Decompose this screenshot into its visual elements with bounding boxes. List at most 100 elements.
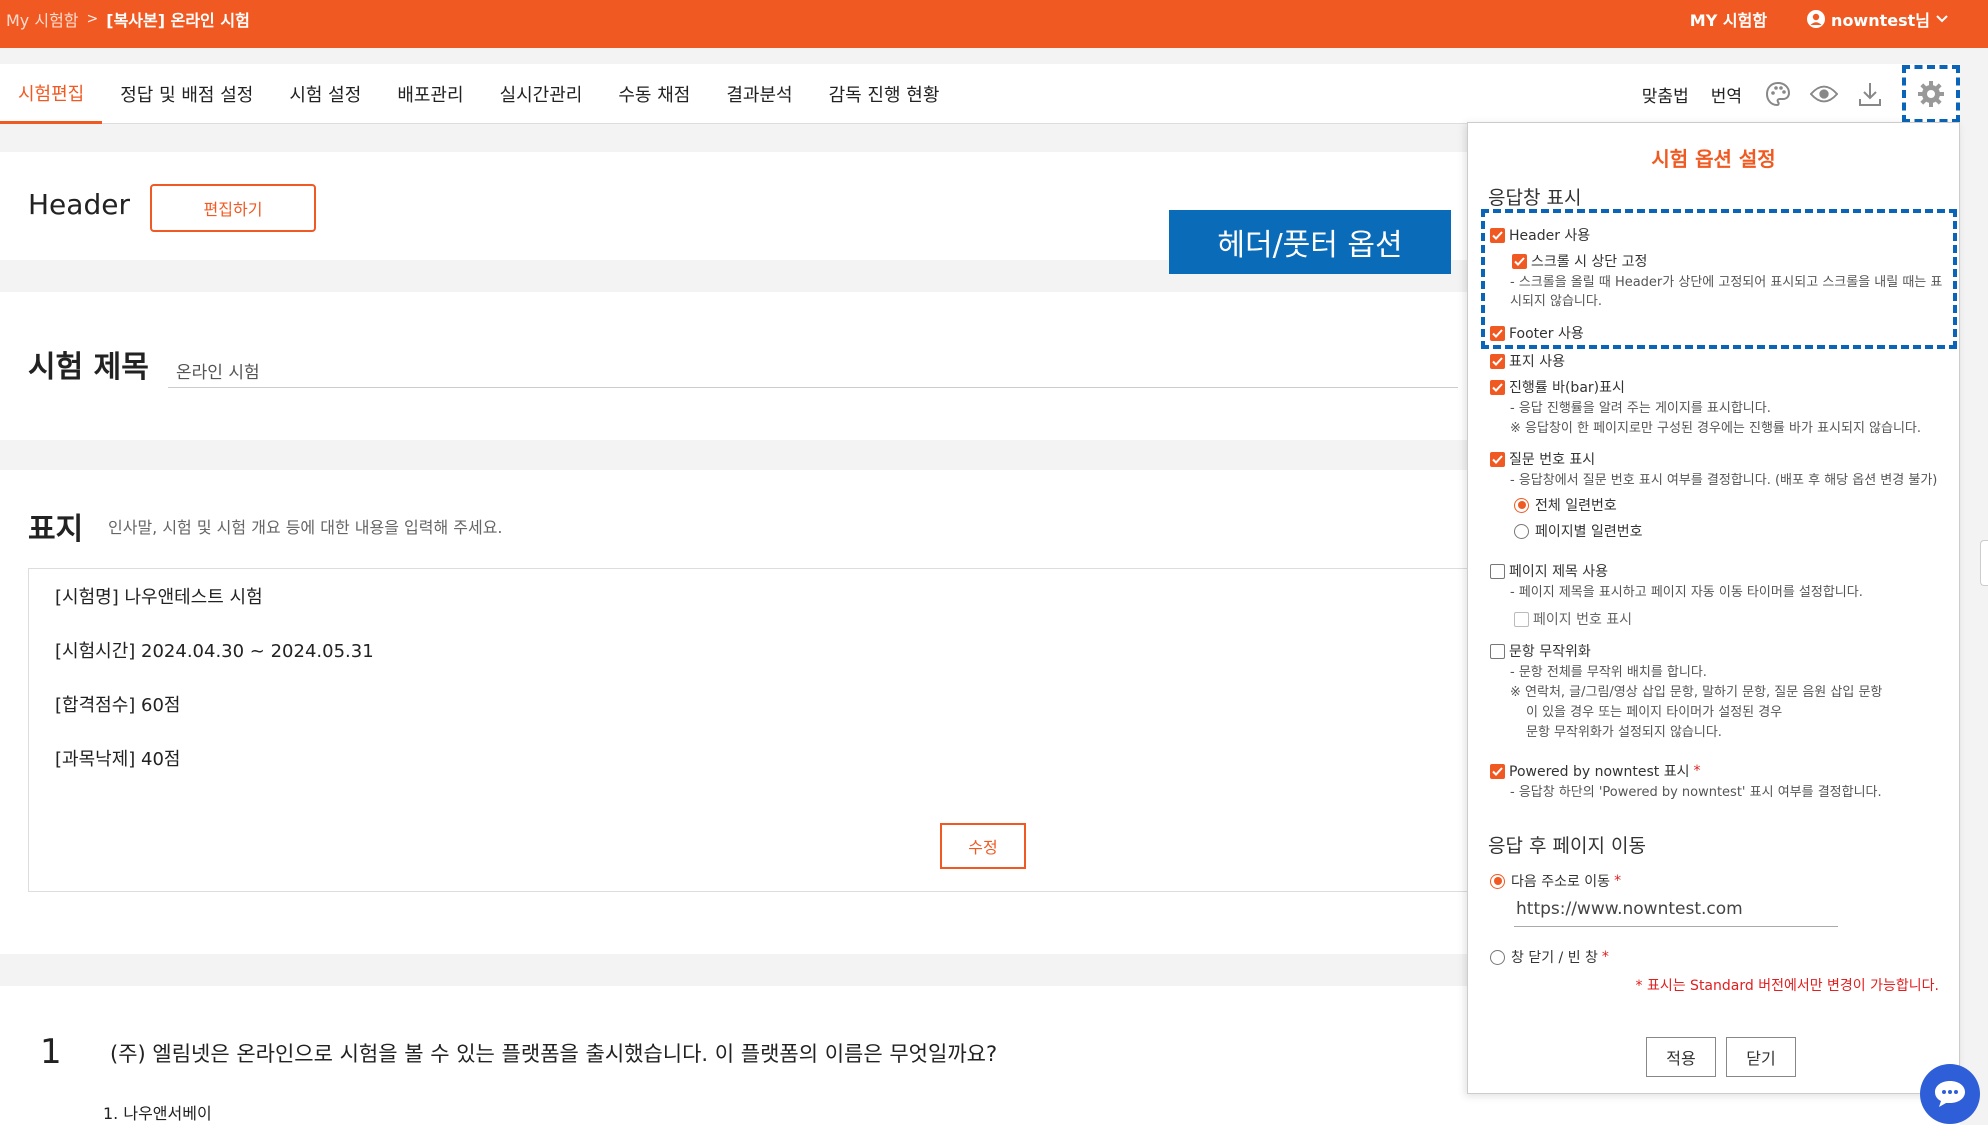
exam-options-panel: 시험 옵션 설정 응답창 표시 Header 사용 스크롤 시 상단 고정 - … [1467,122,1960,1094]
close-window-option[interactable]: 창 닫기 / 빈 창 * [1490,947,1609,967]
required-mark: * [1601,949,1609,965]
randomize-description-4: 문항 무작위화가 설정되지 않습니다. [1526,725,1722,740]
page-title-option[interactable]: 페이지 제목 사용 [1490,561,1608,581]
question-number-checkbox[interactable] [1490,451,1505,467]
progress-bar-checkbox[interactable] [1490,379,1505,395]
exam-title-input[interactable]: 온라인 시험 [168,352,1458,388]
cover-content-box[interactable]: [시험명] 나우앤테스트 시험 [시험시간] 2024.04.30 ~ 2024… [28,568,1468,892]
tab-manual-grading[interactable]: 수동 채점 [600,64,708,124]
progress-bar-label: 진행률 바(bar)표시 [1509,380,1625,396]
powered-by-label: Powered by nowntest 표시 [1509,764,1690,780]
top-right-nav: MY 시험함 nowntest님 [1690,0,1948,38]
goto-url-label: 다음 주소로 이동 [1511,874,1611,890]
cover-line-pass-score: [합격점수] 60점 [55,695,181,716]
after-response-section-title: 응답 후 페이지 이동 [1488,835,1646,857]
page-number-checkbox[interactable] [1514,611,1529,627]
randomize-description-1: - 문항 전체를 무작위 배치를 합니다. [1510,665,1707,680]
progress-description-2: ※ 응답창이 한 페이지로만 구성된 경우에는 진행률 바가 표시되지 않습니다… [1510,421,1922,436]
qnum-all-label: 전체 일련번호 [1535,498,1617,514]
palette-icon[interactable] [1764,80,1792,108]
required-mark: * [1614,873,1622,889]
tab-proctor-status[interactable]: 감독 진행 현황 [811,64,958,124]
randomize-checkbox[interactable] [1490,643,1505,659]
eye-icon[interactable] [1810,80,1838,108]
cover-line-fail-score: [과목낙제] 40점 [55,749,181,770]
standard-version-notice: * 표시는 Standard 버전에서만 변경이 가능합니다. [1635,978,1939,994]
tab-analysis[interactable]: 결과분석 [708,64,810,124]
progress-description-1: - 응답 진행률을 알려 주는 게이지를 표시합니다. [1510,401,1771,416]
qnum-page-option[interactable]: 페이지별 일련번호 [1514,521,1643,541]
panel-title: 시험 옵션 설정 [1651,147,1776,171]
tabs-bar: 시험편집 정답 및 배점 설정 시험 설정 배포관리 실시간관리 수동 채점 결… [0,64,1960,124]
randomize-option[interactable]: 문항 무작위화 [1490,641,1591,661]
chat-button[interactable] [1920,1064,1980,1124]
tab-distribution[interactable]: 배포관리 [379,64,481,124]
tab-realtime[interactable]: 실시간관리 [482,64,601,124]
header-footer-callout: 헤더/풋터 옵션 [1169,210,1451,274]
close-window-radio[interactable] [1490,949,1505,965]
translate-button[interactable]: 번역 [1711,82,1742,107]
user-icon [1807,10,1826,28]
qnum-page-radio[interactable] [1514,523,1529,539]
powered-by-option[interactable]: Powered by nowntest 표시 * [1490,761,1700,781]
progress-bar-option[interactable]: 진행률 바(bar)표시 [1490,377,1625,397]
close-window-label: 창 닫기 / 빈 창 [1511,950,1598,966]
breadcrumb-current: [복사본] 온라인 시험 [106,11,250,30]
cover-help-text: 인사말, 시험 및 시험 개요 등에 대한 내용을 입력해 주세요. [108,518,503,537]
page-title-label: 페이지 제목 사용 [1509,564,1609,580]
redirect-url-input[interactable]: https://www.nowntest.com [1514,895,1838,927]
user-menu[interactable]: nowntest님 [1807,7,1948,31]
cover-label: 표지 [28,512,84,547]
close-button[interactable]: 닫기 [1726,1037,1796,1077]
cover-line-exam-time: [시험시간] 2024.04.30 ~ 2024.05.31 [55,641,374,662]
main-tabs: 시험편집 정답 및 배점 설정 시험 설정 배포관리 실시간관리 수동 채점 결… [0,64,957,124]
goto-url-option[interactable]: 다음 주소로 이동 * [1490,871,1621,891]
header-footer-highlight-box [1481,209,1957,349]
tab-exam-settings[interactable]: 시험 설정 [271,64,379,124]
cover-use-label: 표지 사용 [1509,354,1565,370]
goto-url-radio[interactable] [1490,873,1505,889]
breadcrumb-root[interactable]: My 시험함 [6,7,79,31]
question-number-option[interactable]: 질문 번호 표시 [1490,449,1595,469]
display-section-title: 응답창 표시 [1488,187,1582,209]
question-number-label: 질문 번호 표시 [1509,452,1596,468]
toolbar: 맞춤법 번역 [1642,64,1960,124]
powered-by-description: - 응답창 하단의 'Powered by nowntest' 표시 여부를 결… [1510,785,1882,800]
apply-button[interactable]: 적용 [1646,1037,1716,1077]
spellcheck-button[interactable]: 맞춤법 [1642,82,1689,107]
tab-exam-edit[interactable]: 시험편집 [0,64,103,124]
cover-use-option[interactable]: 표지 사용 [1490,351,1565,371]
required-mark: * [1693,763,1701,779]
qnum-all-radio[interactable] [1514,497,1529,513]
breadcrumb: My 시험함 > [복사본] 온라인 시험 [6,0,250,38]
top-bar: My 시험함 > [복사본] 온라인 시험 MY 시험함 nowntest님 [0,0,1988,48]
user-name: nowntest님 [1831,11,1930,30]
question-option[interactable]: 1. 나우앤서베이 [103,1100,212,1124]
header-label: Header [28,188,130,221]
question-number: 1 [40,1032,62,1072]
cover-line-exam-name: [시험명] 나우앤테스트 시험 [55,587,263,608]
cover-use-checkbox[interactable] [1490,353,1505,369]
qnum-all-option[interactable]: 전체 일련번호 [1514,495,1617,515]
my-exam-box-link[interactable]: MY 시험함 [1690,7,1767,31]
randomize-description-2: ※ 연락처, 글/그림/영상 삽입 문항, 말하기 문항, 질문 음원 삽입 문… [1510,685,1883,700]
qnum-page-label: 페이지별 일련번호 [1535,524,1643,540]
page-title-description: - 페이지 제목을 표시하고 페이지 자동 이동 타이머를 설정합니다. [1510,585,1863,600]
page-number-option[interactable]: 페이지 번호 표시 [1514,609,1632,629]
page-title-checkbox[interactable] [1490,563,1505,579]
powered-by-checkbox[interactable] [1490,763,1505,779]
download-icon[interactable] [1856,80,1884,108]
scroll-handle[interactable] [1980,540,1988,586]
gear-icon[interactable] [1917,80,1945,108]
page-number-label: 페이지 번호 표시 [1533,612,1633,628]
tab-answer-score[interactable]: 정답 및 배점 설정 [102,64,271,124]
edit-header-button[interactable]: 편집하기 [150,184,316,232]
question-number-description: - 응답창에서 질문 번호 표시 여부를 결정합니다. (배포 후 해당 옵션 … [1510,473,1938,488]
randomize-label: 문항 무작위화 [1509,644,1591,660]
chevron-down-icon [1936,15,1948,23]
exam-title-label: 시험 제목 [28,350,149,385]
settings-highlight-box [1902,65,1960,123]
modify-cover-button[interactable]: 수정 [940,823,1026,869]
question-text[interactable]: (주) 엘림넷은 온라인으로 시험을 볼 수 있는 플랫폼을 출시했습니다. 이… [110,1038,997,1068]
chat-bubble-icon [1935,1081,1965,1107]
